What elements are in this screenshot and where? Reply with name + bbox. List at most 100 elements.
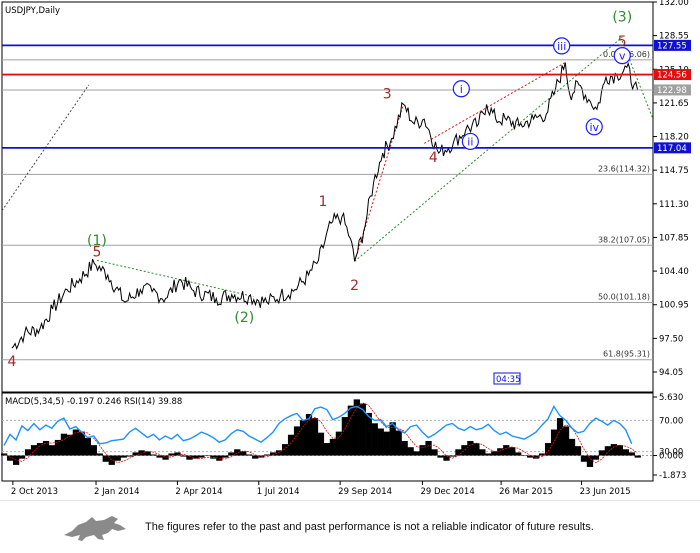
price-tick-label: 107.85	[659, 233, 689, 243]
fibonacci-level-label: 50.0(101.18)	[598, 292, 650, 301]
wave-label: 5	[92, 245, 101, 261]
wave-label: v	[619, 50, 626, 63]
macd-histogram-bar	[168, 453, 175, 456]
macd-histogram-bar	[485, 453, 492, 456]
macd-histogram-bar	[592, 455, 600, 460]
macd-histogram-bar	[634, 455, 641, 458]
macd-histogram-bar	[556, 418, 564, 456]
macd-histogram-bar	[377, 428, 384, 456]
macd-histogram-bar	[102, 455, 109, 462]
macd-histogram-bar	[628, 452, 635, 456]
macd-histogram-bar	[449, 455, 456, 457]
disclaimer-text: The figures refer to the past and past p…	[145, 521, 594, 533]
macd-histogram-bar	[246, 454, 253, 456]
price-tick-label: 132.00	[659, 0, 689, 8]
rsi-tick-label: 30.00	[659, 448, 683, 458]
price-tick-label: 100.95	[659, 301, 689, 311]
macd-histogram-bar	[395, 430, 402, 456]
macd-histogram-bar	[66, 434, 74, 456]
macd-histogram-bar	[521, 455, 528, 457]
macd-histogram-bar	[515, 452, 522, 456]
macd-histogram-bar	[18, 455, 26, 459]
time-marker-label: 04:35	[496, 375, 521, 385]
wave-label: 5	[618, 34, 627, 50]
macd-histogram-bar	[568, 438, 576, 456]
macd-histogram-bar	[120, 455, 127, 458]
macd-histogram-bar	[60, 433, 68, 456]
macd-histogram-bar	[371, 423, 378, 456]
price-tick-label: 118.20	[659, 133, 689, 143]
macd-histogram-bar	[48, 445, 56, 456]
price-level-tag-label: 122.98	[657, 86, 687, 96]
macd-histogram-bar	[473, 443, 480, 456]
macd-histogram-bar	[622, 449, 629, 456]
wave-label: i	[460, 83, 463, 96]
macd-histogram-bar	[323, 443, 331, 456]
main-price-panel: 132.00128.55125.10121.65118.20114.75111.…	[1, 0, 691, 393]
rsi-tick-label: 70.00	[659, 416, 683, 426]
macd-histogram-bar	[544, 443, 552, 456]
macd-histogram-bar	[162, 455, 169, 460]
price-level-tag-label: 127.55	[657, 41, 687, 51]
macd-histogram-bar	[72, 429, 80, 456]
macd-histogram-bar	[222, 455, 229, 458]
macd-histogram-bar	[204, 455, 211, 457]
macd-histogram-bar	[431, 449, 438, 456]
time-tick-label: 2 Jan 2014	[94, 487, 140, 497]
fibonacci-level-label: 23.6(114.32)	[598, 164, 650, 173]
macd-histogram-bar	[598, 450, 606, 456]
fibonacci-level-label: 61.8(95.31)	[603, 350, 650, 359]
wave-label: (2)	[234, 310, 254, 326]
wave-label: 4	[429, 150, 438, 166]
macd-histogram-bar	[198, 455, 205, 458]
macd-histogram-bar	[311, 418, 319, 456]
symbol-label: USDJPY,Daily	[5, 6, 60, 16]
time-axis: 2 Oct 2013 2 Jan 2014 2 Apr 2014 1 Jul 2014…	[11, 481, 631, 497]
macd-histogram-bar	[503, 445, 510, 456]
macd-histogram-bar	[413, 451, 420, 456]
time-tick-label: 29 Dec 2014	[420, 487, 474, 497]
disclaimer-bar: The figures refer to the past and past p…	[0, 500, 700, 553]
macd-histogram-bar	[604, 446, 612, 456]
macd-histogram-bar	[443, 455, 450, 461]
macd-histogram-bar	[317, 432, 325, 456]
macd-histogram-bar	[616, 445, 623, 456]
macd-histogram-bar	[329, 438, 337, 456]
price-level-tag-label: 117.04	[657, 144, 687, 154]
macd-histogram-bar	[455, 449, 462, 456]
time-tick-label: 1 Jul 2014	[257, 487, 300, 497]
macd-histogram-bar	[425, 440, 432, 456]
macd-histogram-bar	[550, 429, 558, 456]
wave-trend-line	[354, 36, 623, 262]
macd-histogram-bar	[586, 455, 594, 467]
macd-histogram-bar	[180, 455, 187, 457]
macd-histogram-bar	[401, 440, 408, 456]
fibonacci-level-label: 38.2(107.05)	[598, 235, 650, 244]
macd-histogram-bar	[479, 449, 486, 456]
macd-histogram-bar	[90, 445, 97, 456]
macd-histogram-bar	[383, 431, 390, 456]
macd-histogram-bar	[467, 440, 474, 456]
price-tick-label: 114.75	[659, 166, 689, 176]
time-tick-label: 2 Oct 2013	[11, 487, 58, 497]
macd-histogram-bar	[114, 455, 121, 461]
macd-histogram-bar	[299, 420, 307, 456]
macd-histogram-bar	[150, 454, 157, 456]
wave-label: 2	[350, 278, 359, 294]
wave-label: ii	[467, 135, 473, 148]
macd-histogram-bar	[108, 455, 115, 465]
macd-histogram-bar	[574, 446, 582, 456]
price-tick-label: 111.30	[659, 200, 689, 210]
wave-label: 1	[319, 194, 328, 210]
macd-histogram-bar	[365, 412, 372, 456]
macd-tick-label: 5.630	[659, 393, 683, 403]
macd-histogram-bar	[509, 447, 516, 456]
macd-histogram-bar	[335, 431, 343, 456]
price-tick-label: 97.50	[659, 334, 683, 344]
macd-histogram-bar	[252, 455, 259, 459]
macd-histogram-bar	[491, 451, 498, 456]
macd-histogram-bar	[84, 437, 91, 456]
macd-histogram-bar	[30, 445, 38, 456]
macd-histogram-bar	[437, 455, 444, 458]
macd-histogram-bar	[126, 455, 133, 457]
